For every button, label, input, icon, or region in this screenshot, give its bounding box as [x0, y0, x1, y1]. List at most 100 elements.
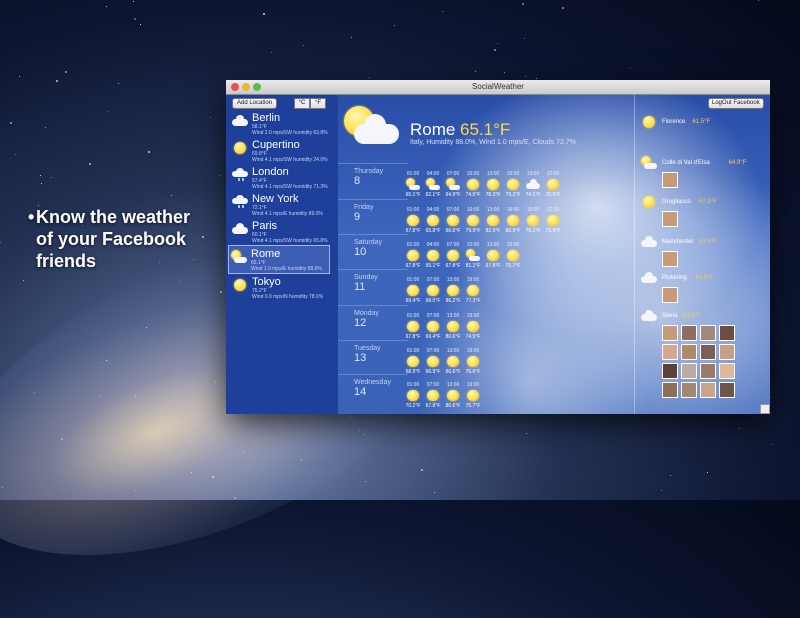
forecast-slot: 22:00 70.9°F [544, 171, 562, 198]
resize-handle[interactable] [760, 404, 770, 414]
forecast-slot: 01:00 67.8°F [404, 313, 422, 340]
friend-avatar[interactable] [662, 211, 678, 227]
friend-avatar[interactable] [662, 363, 678, 379]
friend-avatar[interactable] [700, 325, 716, 341]
sidebar-city-london[interactable]: London 57.4°F Wind 4.1 mps/SW humidity 7… [230, 164, 330, 191]
slot-temp: 80.6°F [445, 403, 461, 409]
sun-icon [232, 141, 248, 155]
friend-avatar[interactable] [700, 363, 716, 379]
slot-temp: 65.1°F [405, 192, 421, 198]
slot-temp: 74.5°F [465, 192, 481, 198]
slot-temp: 69.4°F [425, 334, 441, 340]
friend-avatar[interactable] [662, 287, 678, 303]
sun-icon [506, 249, 520, 262]
slot-temp: 75.7°F [505, 263, 521, 269]
sun-icon [426, 389, 440, 402]
friend-city-temp: 67.3°F [699, 199, 717, 205]
app-window: SocialWeather Add Location °C °F Berlin … [226, 80, 770, 414]
friend-avatar[interactable] [719, 382, 735, 398]
city-detail: Wind 1.0 mps/E humidity 88.0% [251, 266, 322, 272]
friend-avatar[interactable] [681, 363, 697, 379]
forecast-slot: 07:00 67.8°F [424, 382, 442, 409]
friend-avatar[interactable] [662, 325, 678, 341]
friend-avatar[interactable] [681, 325, 697, 341]
slot-temp: 74.1°F [525, 192, 541, 198]
sun-icon [426, 355, 440, 368]
sun-icon [426, 249, 440, 262]
celsius-toggle[interactable]: °C [294, 98, 310, 109]
sidebar-city-rome[interactable]: Rome 65.1°F Wind 1.0 mps/E humidity 88.0… [228, 245, 330, 274]
slot-time: 13:00 [446, 348, 460, 354]
friend-avatar[interactable] [700, 344, 716, 360]
slot-temp: 80.6°F [445, 369, 461, 375]
sun-icon [406, 249, 420, 262]
slot-temp: 81.1°F [465, 263, 481, 269]
sun-icon [486, 178, 500, 191]
slot-temp: 67.8°F [425, 403, 441, 409]
friend-city-temp: 64.9°F [695, 275, 714, 281]
slot-temp: 78.3°F [485, 192, 501, 198]
rain-icon [232, 195, 248, 209]
friend-avatar[interactable] [662, 251, 678, 267]
sun-icon [466, 178, 480, 191]
slot-time: 10:00 [466, 207, 480, 213]
slot-time: 01:00 [406, 242, 420, 248]
friend-avatar[interactable] [719, 325, 735, 341]
friend-avatar[interactable] [662, 382, 678, 398]
sidebar-city-berlin[interactable]: Berlin 58.1°F Wind 2.0 mps/SW humidity 6… [230, 110, 330, 137]
slot-temp: 72.9°F [545, 228, 561, 234]
slot-temp: 64.9°F [445, 192, 461, 198]
slot-time: 19:00 [466, 348, 480, 354]
add-location-button[interactable]: Add Location [232, 98, 278, 109]
sun-icon [446, 249, 460, 262]
friend-avatar[interactable] [662, 344, 678, 360]
friend-avatar[interactable] [719, 363, 735, 379]
slot-time: 13:00 [486, 171, 500, 177]
current-temperature: 65.1°F [460, 120, 511, 139]
sun-icon [506, 214, 520, 227]
slot-time: 01:00 [406, 382, 420, 388]
slot-temp: 82.9°F [485, 228, 501, 234]
slot-temp: 76.1°F [525, 228, 541, 234]
day-separator [338, 163, 408, 164]
cloud-icon [232, 114, 248, 128]
cloud-icon [232, 222, 248, 236]
slot-time: 01:00 [406, 207, 420, 213]
forecast-slot: 13:00 82.9°F [484, 207, 502, 234]
slot-time: 07:00 [426, 382, 440, 388]
friend-avatar[interactable] [662, 172, 678, 188]
fahrenheit-toggle[interactable]: °F [310, 98, 326, 109]
sun-icon [406, 355, 420, 368]
friend-city-temp: 64.8°F [682, 313, 701, 319]
friend-avatar[interactable] [719, 344, 735, 360]
friend-avatar[interactable] [700, 382, 716, 398]
slot-temp: 65.1°F [425, 263, 441, 269]
sidebar-city-paris[interactable]: Paris 60.1°F Wind 4.1 mps/SW humidity 65… [230, 218, 330, 245]
forecast-slot: 13:00 80.6°F [444, 313, 462, 340]
day-separator [338, 199, 408, 200]
cloud-icon [641, 235, 657, 249]
rain-icon [232, 168, 248, 182]
forecast-slot: 04:00 62.1°F [424, 171, 442, 198]
slot-temp: 74.5°F [465, 334, 481, 340]
forecast-slot: 19:00 74.5°F [464, 313, 482, 340]
friend-city-name: Manchester [662, 239, 694, 245]
sidebar-city-new-york[interactable]: New York 72.1°F Wind 4.1 mps/E humidity … [230, 191, 330, 218]
slot-time: 19:00 [526, 171, 540, 177]
forecast-slot: 01:00 68.9°F [404, 348, 422, 375]
title-bar[interactable]: SocialWeather [226, 80, 770, 95]
slot-time: 01:00 [406, 313, 420, 319]
city-name: Rome [251, 248, 281, 260]
slot-time: 01:00 [406, 277, 420, 283]
logout-facebook-button[interactable]: LogOut Facebook [708, 98, 764, 109]
forecast-slot: 16:00 79.2°F [504, 171, 522, 198]
sun-icon [426, 320, 440, 333]
friend-avatar[interactable] [681, 344, 697, 360]
forecast-slot: 07:00 69.4°F [424, 313, 442, 340]
forecast-slot: 07:00 64.9°F [444, 171, 462, 198]
slot-temp: 75.7°F [465, 403, 481, 409]
friend-avatar[interactable] [681, 382, 697, 398]
sun-icon [546, 214, 560, 227]
sidebar-city-tokyo[interactable]: Tokyo 75.2°F Wind 0.9 mps/N humidity 78.… [230, 274, 330, 301]
sidebar-city-cupertino[interactable]: Cupertino 69.8°F Wind 4.1 mps/SW humidit… [230, 137, 330, 164]
